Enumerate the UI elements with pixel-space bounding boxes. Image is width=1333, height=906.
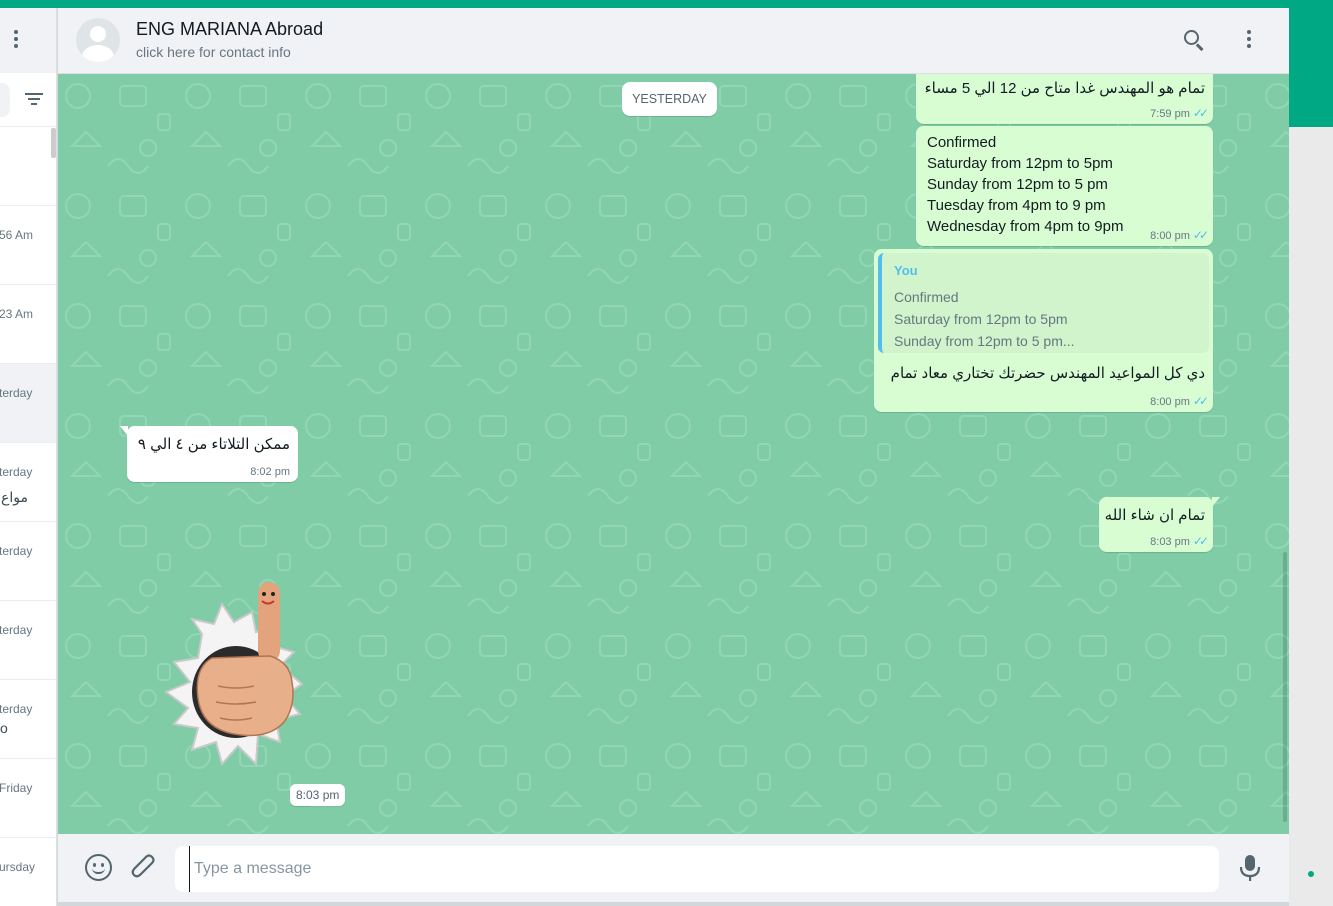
chat-list-preview: o	[0, 720, 8, 736]
message-time: 8:00 pm	[1150, 230, 1190, 242]
chat-list-time: 56 Am	[0, 228, 34, 242]
chat-list-item[interactable]	[0, 127, 56, 206]
message-outgoing-reply[interactable]: You Confirmed Saturday from 12pm to 5pm …	[874, 249, 1213, 412]
chat-list-item[interactable]: 23 Am	[0, 285, 56, 364]
chat-list-item[interactable]: 56 Am	[0, 206, 56, 285]
chat-list-item[interactable]: terday	[0, 522, 56, 601]
quoted-message[interactable]: You Confirmed Saturday from 12pm to 5pm …	[878, 253, 1209, 353]
contact-info-hint[interactable]: click here for contact info	[136, 44, 291, 60]
message-text: ممكن التلاتاء من ٤ الي ٩	[137, 436, 290, 453]
chat-list-item[interactable]: terday o	[0, 680, 56, 759]
quoted-line: Saturday from 12pm to 5pm	[894, 311, 1068, 327]
message-outgoing[interactable]: تمام هو المهندس غدا متاح من 12 الي 5 مسا…	[916, 74, 1213, 124]
message-time: 8:03 pm	[1150, 536, 1190, 548]
message-time: 8:00 pm	[1150, 396, 1190, 408]
message-line: Tuesday from 4pm to 9 pm	[927, 197, 1106, 214]
message-pane: YESTERDAY تمام هو المهندس غدا متاح من 12…	[58, 74, 1289, 834]
emoji-icon[interactable]	[85, 854, 112, 881]
read-receipt-icon: ✓✓	[1192, 106, 1209, 120]
message-time: 7:59 pm	[1150, 108, 1190, 120]
chat-list-time: terday	[0, 623, 33, 637]
message-outgoing[interactable]: Confirmed Saturday from 12pm to 5pm Sund…	[916, 126, 1213, 246]
sidebar-scrollbar[interactable]	[51, 128, 56, 158]
right-accent-band	[1289, 8, 1333, 127]
quoted-line: Confirmed	[894, 289, 959, 305]
contact-name[interactable]: ENG MARIANA Abroad	[136, 19, 323, 40]
message-text: دي كل المواعيد المهندس حضرتك تختاري معاد…	[890, 365, 1205, 382]
chat-list-item[interactable]: terday	[0, 601, 56, 680]
read-receipt-icon: ✓✓	[1192, 534, 1209, 548]
thumbs-up-sticker[interactable]	[152, 574, 332, 779]
message-line: Saturday from 12pm to 5pm	[927, 155, 1113, 172]
chat-list-time: terday	[0, 386, 33, 400]
message-time: 8:02 pm	[250, 466, 290, 478]
chat-list-time: 23 Am	[0, 307, 34, 321]
search-icon[interactable]	[1182, 28, 1206, 52]
sidebar-menu-icon[interactable]	[12, 28, 24, 52]
message-meta: 8:03 pm ✓✓	[1150, 534, 1209, 548]
message-input[interactable]	[189, 846, 1149, 892]
chat-list-time: terday	[0, 702, 33, 716]
chat-list-time: ursday	[0, 860, 36, 874]
chat-list-item[interactable]: Friday	[0, 759, 56, 838]
mic-icon[interactable]	[1239, 854, 1261, 882]
chat-list-item-active[interactable]: terday	[0, 364, 56, 443]
message-meta: 8:00 pm ✓✓	[1150, 228, 1209, 242]
conversation-header[interactable]: ENG MARIANA Abroad click here for contac…	[58, 8, 1289, 74]
quoted-author: You	[894, 263, 918, 278]
avatar[interactable]	[76, 18, 120, 62]
attach-icon[interactable]	[131, 854, 157, 882]
message-pane-scrollbar[interactable]	[1283, 552, 1287, 822]
chat-list-sidebar: 56 Am 23 Am terday terday مواع terday te…	[0, 8, 57, 906]
menu-icon[interactable]	[1247, 30, 1253, 52]
message-line: Wednesday from 4pm to 9pm	[927, 218, 1124, 235]
sticker-time: 8:03 pm	[290, 784, 346, 806]
sidebar-search-input[interactable]	[0, 83, 10, 117]
chat-list-item[interactable]: terday مواع	[0, 443, 56, 522]
date-divider: YESTERDAY	[622, 82, 717, 116]
chat-list-item[interactable]: ursday	[0, 838, 56, 906]
chat-list-time: terday	[0, 544, 33, 558]
composer-bar	[58, 834, 1314, 902]
read-receipt-icon: ✓✓	[1192, 394, 1209, 408]
message-meta: 8:00 pm ✓✓	[1150, 394, 1209, 408]
chat-list-preview: مواع	[1, 489, 28, 505]
input-status-dot	[1308, 871, 1314, 877]
message-incoming[interactable]: ممكن التلاتاء من ٤ الي ٩ 8:02 pm	[120, 426, 298, 482]
chat-list-time: terday	[0, 465, 33, 479]
filter-icon[interactable]	[25, 93, 43, 107]
top-accent-band	[0, 0, 1333, 8]
message-line: Confirmed	[927, 134, 997, 151]
message-text: تمام ان شاء الله	[1104, 507, 1205, 524]
message-outgoing[interactable]: تمام ان شاء الله 8:03 pm ✓✓	[1099, 497, 1220, 552]
read-receipt-icon: ✓✓	[1192, 228, 1209, 242]
chat-list-time: Friday	[0, 781, 33, 795]
message-line: Sunday from 12pm to 5 pm	[927, 176, 1108, 193]
message-meta: 7:59 pm ✓✓	[1150, 106, 1209, 120]
sidebar-search	[0, 73, 56, 127]
message-input-box[interactable]	[175, 846, 1314, 892]
message-text: تمام هو المهندس غدا متاح من 12 الي 5 مسا…	[924, 80, 1205, 97]
right-background	[1289, 127, 1333, 906]
sidebar-header	[0, 8, 56, 73]
quoted-line: Sunday from 12pm to 5 pm...	[894, 333, 1075, 349]
